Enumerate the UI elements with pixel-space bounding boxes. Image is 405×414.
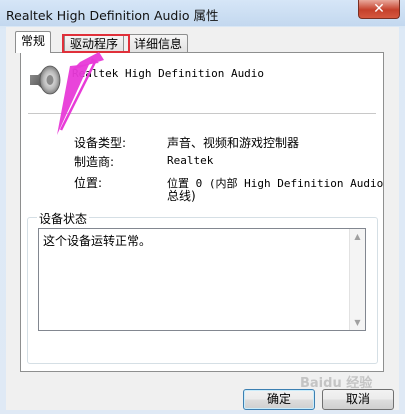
cancel-button[interactable]: 取消	[322, 389, 394, 410]
device-type-label: 设备类型:	[74, 136, 127, 150]
device-status-title: 设备状态	[37, 210, 90, 227]
general-tab-panel: Realtek High Definition Audio 设备类型: 声音、视…	[20, 52, 384, 372]
location-value-line2: 总线)	[167, 189, 196, 203]
window-title: Realtek High Definition Audio 属性	[6, 8, 219, 23]
tab-driver-highlight-box	[62, 34, 130, 53]
scroll-up-icon[interactable]: ▲	[350, 229, 365, 244]
manufacturer-label: 制造商:	[74, 155, 115, 169]
watermark: Baidu 经验	[300, 376, 373, 391]
device-type-value: 声音、视频和游戏控制器	[167, 136, 300, 150]
status-scrollbar[interactable]: ▲ ▼	[349, 229, 365, 330]
manufacturer-value: Realtek	[167, 154, 214, 167]
close-button[interactable]: ✕	[358, 0, 400, 19]
device-status-text: 这个设备运转正常。	[43, 234, 152, 248]
location-value: 位置 0 (内部 High Definition Audio	[167, 177, 384, 190]
close-icon: ✕	[373, 1, 385, 17]
title-bar[interactable]: Realtek High Definition Audio 属性 ✕	[0, 0, 405, 26]
scroll-down-icon[interactable]: ▼	[350, 315, 365, 330]
device-name: Realtek High Definition Audio	[72, 67, 265, 80]
properties-window: Realtek High Definition Audio 属性 ✕ 常规 驱动…	[0, 0, 405, 414]
tab-details[interactable]: 详细信息	[128, 34, 189, 52]
divider	[28, 113, 376, 114]
dialog-client: 常规 驱动程序 详细信息 Realtek High Definition Aud…	[6, 27, 399, 410]
tab-general[interactable]: 常规	[15, 31, 52, 53]
device-status-textbox[interactable]: 这个设备运转正常。 ▲ ▼	[38, 228, 366, 331]
location-label: 位置:	[74, 176, 103, 190]
device-status-group: 设备状态 这个设备运转正常。 ▲ ▼	[27, 210, 378, 364]
speaker-icon	[30, 65, 61, 95]
ok-button[interactable]: 确定	[243, 389, 315, 410]
